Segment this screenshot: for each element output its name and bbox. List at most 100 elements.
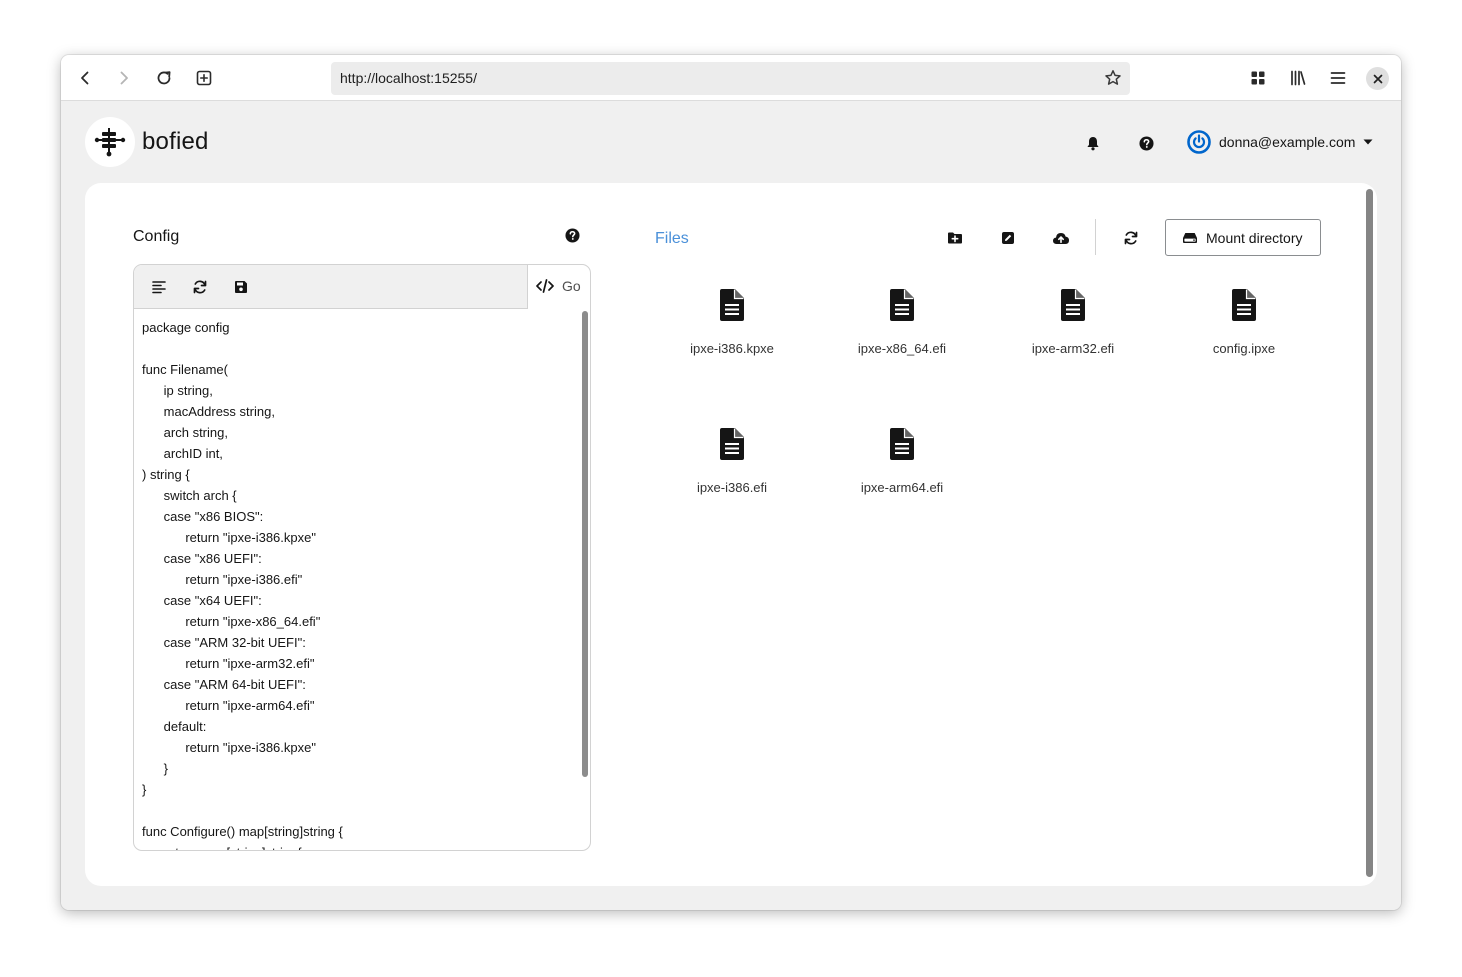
extensions-button[interactable] bbox=[1245, 65, 1271, 91]
code-line: func Filename( bbox=[142, 362, 228, 377]
code-icon bbox=[536, 279, 554, 293]
code-line: } bbox=[142, 761, 169, 776]
hdd-icon bbox=[1183, 232, 1197, 243]
notifications-button[interactable] bbox=[1083, 133, 1103, 153]
upload-button[interactable] bbox=[1050, 227, 1072, 249]
file-name: config.ipxe bbox=[1212, 341, 1276, 356]
edit-icon bbox=[1002, 232, 1014, 244]
code-line: macAddress string, bbox=[142, 404, 275, 419]
editor-scrollbar[interactable] bbox=[582, 311, 588, 777]
code-line: return map[string]string{ bbox=[142, 842, 574, 850]
bofied-logo-icon bbox=[94, 128, 126, 157]
user-email: donna@example.com bbox=[1219, 134, 1356, 150]
sync-icon bbox=[1124, 231, 1138, 245]
code-line: return "ipxe-i386.efi" bbox=[142, 572, 303, 587]
toolbar-divider bbox=[1095, 219, 1096, 255]
reload-icon bbox=[157, 71, 171, 85]
user-menu[interactable]: donna@example.com bbox=[1187, 130, 1373, 154]
close-icon bbox=[1373, 74, 1382, 83]
back-button[interactable] bbox=[72, 65, 98, 91]
plus-square-icon bbox=[196, 70, 212, 86]
page-scrollbar-thumb[interactable] bbox=[1366, 189, 1373, 877]
file-text-icon bbox=[1232, 289, 1256, 321]
forward-button[interactable] bbox=[111, 65, 137, 91]
create-directory-button[interactable] bbox=[944, 227, 966, 249]
close-window-button[interactable] bbox=[1366, 67, 1389, 90]
mount-directory-label: Mount directory bbox=[1206, 229, 1303, 246]
file-item[interactable]: ipxe-i386.efi bbox=[652, 428, 812, 524]
page-scrollbar[interactable] bbox=[1366, 189, 1373, 877]
code-line: return "ipxe-i386.kpxe" bbox=[142, 740, 316, 755]
code-line: return "ipxe-x86_64.efi" bbox=[142, 614, 321, 629]
code-line: return "ipxe-i386.kpxe" bbox=[142, 530, 316, 545]
file-text-icon bbox=[890, 428, 914, 460]
code-content[interactable]: package config func Filename( ip string, … bbox=[142, 317, 574, 850]
code-line: arch string, bbox=[142, 425, 228, 440]
star-icon bbox=[1105, 70, 1121, 85]
code-line: case "ARM 64-bit UEFI": bbox=[142, 677, 306, 692]
code-editor[interactable]: Go package config func Filename( ip strin… bbox=[133, 264, 591, 851]
refresh-files-button[interactable] bbox=[1120, 227, 1142, 249]
reload-config-button[interactable] bbox=[189, 276, 211, 298]
code-line: case "x64 UEFI": bbox=[142, 593, 262, 608]
code-line: package config bbox=[142, 320, 230, 335]
bell-icon bbox=[1087, 136, 1099, 150]
power-avatar-icon bbox=[1187, 130, 1211, 154]
arrow-right-icon bbox=[120, 71, 128, 85]
file-item[interactable]: ipxe-i386.kpxe bbox=[652, 289, 812, 385]
file-item[interactable]: ipxe-arm32.efi bbox=[993, 289, 1153, 385]
main-card: Config Go package config func Filename(… bbox=[85, 183, 1377, 886]
browser-toolbar: http://localhost:15255/ bbox=[61, 55, 1401, 101]
format-button[interactable] bbox=[148, 276, 170, 298]
question-circle-icon bbox=[565, 228, 580, 243]
file-name: ipxe-arm32.efi bbox=[1031, 341, 1115, 356]
url-text[interactable]: http://localhost:15255/ bbox=[340, 70, 477, 86]
code-line: func Configure() map[string]string { bbox=[142, 824, 343, 839]
code-line: ) string { bbox=[142, 467, 190, 482]
library-icon bbox=[1291, 70, 1306, 86]
align-left-icon bbox=[152, 281, 166, 294]
cloud-upload-icon bbox=[1053, 233, 1069, 244]
hamburger-icon bbox=[1330, 72, 1346, 84]
browser-window: http://localhost:15255/ bofied donna@exa… bbox=[61, 55, 1401, 910]
app-name: bofied bbox=[142, 128, 209, 155]
help-button[interactable] bbox=[1136, 133, 1156, 153]
bookmark-button[interactable] bbox=[1102, 67, 1124, 89]
mount-directory-button[interactable]: Mount directory bbox=[1165, 219, 1321, 256]
file-text-icon bbox=[720, 428, 744, 460]
menu-button[interactable] bbox=[1325, 65, 1351, 91]
rename-button[interactable] bbox=[997, 227, 1019, 249]
file-item[interactable]: config.ipxe bbox=[1164, 289, 1324, 385]
address-bar[interactable]: http://localhost:15255/ bbox=[331, 62, 1130, 95]
save-config-button[interactable] bbox=[230, 276, 252, 298]
file-text-icon bbox=[890, 289, 914, 321]
file-item[interactable]: ipxe-arm64.efi bbox=[822, 428, 982, 524]
save-icon bbox=[235, 281, 247, 293]
code-line: case "ARM 32-bit UEFI": bbox=[142, 635, 306, 650]
new-tab-button[interactable] bbox=[191, 65, 217, 91]
editor-toolbar bbox=[134, 265, 528, 309]
file-item[interactable]: ipxe-x86_64.efi bbox=[822, 289, 982, 385]
library-button[interactable] bbox=[1285, 65, 1311, 91]
sync-icon bbox=[193, 280, 207, 294]
code-line: switch arch { bbox=[142, 488, 237, 503]
file-name: ipxe-arm64.efi bbox=[860, 480, 944, 495]
caret-down-icon bbox=[1363, 137, 1373, 147]
grid-icon bbox=[1251, 71, 1265, 85]
file-text-icon bbox=[720, 289, 744, 321]
code-line: case "x86 BIOS": bbox=[142, 509, 264, 524]
code-line: } bbox=[142, 782, 147, 797]
code-line: ip string, bbox=[142, 383, 213, 398]
config-help-button[interactable] bbox=[565, 228, 580, 243]
code-line: archID int, bbox=[142, 446, 223, 461]
file-text-icon bbox=[1061, 289, 1085, 321]
reload-button[interactable] bbox=[151, 65, 177, 91]
arrow-left-icon bbox=[81, 71, 89, 85]
folder-plus-icon bbox=[948, 232, 962, 244]
app-logo[interactable] bbox=[85, 117, 135, 167]
app-page: bofied donna@example.com Config Go packa… bbox=[61, 101, 1401, 910]
code-line: case "x86 UEFI": bbox=[142, 551, 262, 566]
config-title: Config bbox=[133, 228, 180, 245]
question-circle-icon bbox=[1138, 135, 1154, 151]
